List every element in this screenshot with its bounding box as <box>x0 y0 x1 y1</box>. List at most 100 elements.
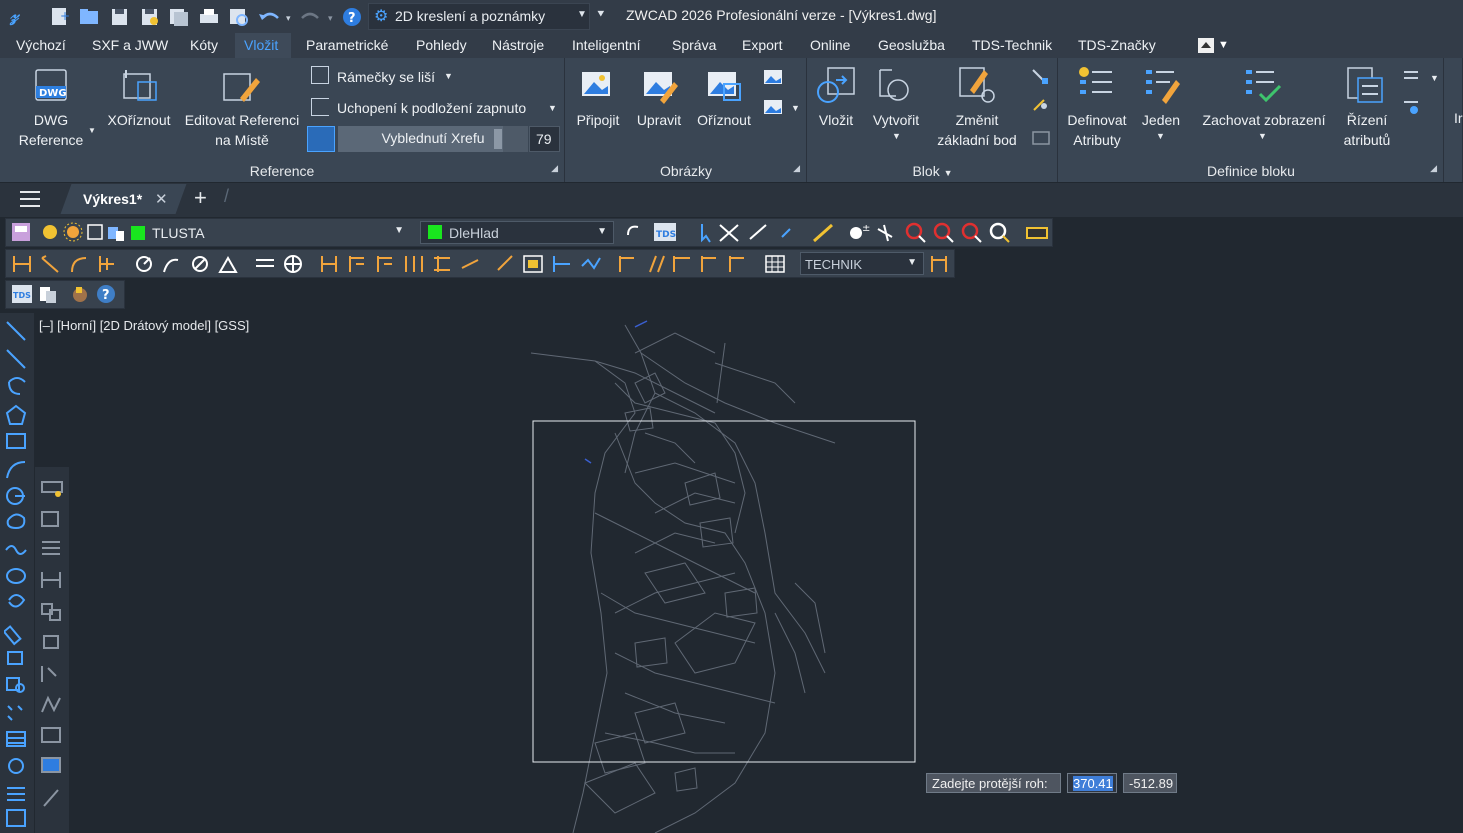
multi-save-icon[interactable] <box>170 9 188 26</box>
panel-launcher-icon[interactable]: ◢ <box>1430 163 1437 174</box>
menu-export[interactable]: Export <box>742 37 782 53</box>
svg-text:?: ? <box>102 288 110 303</box>
image-attach-button[interactable]: Připojit <box>572 110 624 130</box>
block-insert-button[interactable]: Vložit <box>812 110 860 130</box>
dimension-tools[interactable] <box>10 252 795 276</box>
menu-inteligentni[interactable]: Inteligentní <box>572 37 641 53</box>
color-select[interactable]: DleHlad ▼ <box>420 221 614 244</box>
retain-display-icon[interactable] <box>1244 66 1284 106</box>
menu-vlozit[interactable]: Vložit <box>244 37 278 53</box>
hamburger-icon[interactable] <box>20 191 40 207</box>
frames-dropdown-icon[interactable]: ▼ <box>444 71 453 81</box>
viewport-controls[interactable]: [–] [Horní] [2D Drátový model] [GSS] <box>39 318 249 333</box>
edit-single-button[interactable]: Jeden <box>1136 110 1186 130</box>
image-clip-icon[interactable] <box>706 68 742 104</box>
overflow-label: Ir <box>1454 110 1463 126</box>
menu-pohledy[interactable]: Pohledy <box>416 37 467 53</box>
fade-icon[interactable] <box>307 126 335 152</box>
tab-vykres1[interactable]: Výkres1* <box>83 191 142 207</box>
undo-icon[interactable] <box>259 12 279 20</box>
manage-attrib-button[interactable]: Řízení atributů <box>1334 110 1400 150</box>
attrib-dropdown-icon[interactable]: ▼ <box>1430 73 1439 83</box>
block-insert-icon[interactable] <box>816 66 856 106</box>
undo-dropdown-icon[interactable]: ▾ <box>286 14 291 24</box>
new-tab-icon[interactable]: + <box>194 185 207 211</box>
tab-separator: / <box>224 186 230 206</box>
workspace-select[interactable]: 2D kreslení a poznámky <box>368 3 590 30</box>
dwg-reference-icon[interactable]: DWG <box>34 66 70 106</box>
image-attach-icon[interactable] <box>580 68 616 104</box>
manage-attrib-icon[interactable] <box>1346 64 1386 106</box>
redo-dropdown-icon[interactable]: ▾ <box>328 14 333 24</box>
help-icon[interactable]: ? <box>343 8 361 26</box>
draw-tools[interactable] <box>4 318 30 833</box>
menu-geosluzba[interactable]: Geoslužba <box>878 37 945 53</box>
new-icon[interactable]: + <box>52 8 70 25</box>
panel-title-reference: Reference <box>249 163 315 179</box>
menu-sxf-jww[interactable]: SXF a JWW <box>92 37 168 53</box>
tds-tools[interactable]: TDS ? <box>10 283 120 307</box>
menu-tds-technik[interactable]: TDS-Technik <box>972 37 1052 53</box>
preview-icon[interactable] <box>230 9 248 26</box>
frames-button[interactable]: Rámečky se liší <box>337 69 435 85</box>
app-logo-icon: 𝓏 <box>10 5 19 25</box>
fade-slider[interactable]: Vyblednutí Xrefu <box>338 126 528 152</box>
snap-underlay-button[interactable]: Uchopení k podložení zapnuto <box>337 100 526 116</box>
dimstyle-manager-icon[interactable] <box>928 252 950 276</box>
command-prompt: Zadejte protější roh: <box>926 773 1061 793</box>
chevron-down-icon[interactable]: ▼ <box>577 9 587 20</box>
define-attrib-button[interactable]: Definovat Atributy <box>1060 110 1134 150</box>
image-more-dropdown-icon[interactable]: ▼ <box>791 103 800 113</box>
coord-y-input[interactable]: -512.89 <box>1123 773 1177 793</box>
xclip-icon[interactable] <box>120 66 160 106</box>
save-as-icon[interactable] <box>142 9 158 25</box>
svg-text:TDS: TDS <box>13 291 31 300</box>
block-small-tools[interactable] <box>1030 66 1052 150</box>
edit-single-icon[interactable] <box>1144 66 1184 106</box>
image-small-tools[interactable] <box>762 68 784 118</box>
menu-parametricke[interactable]: Parametrické <box>306 37 388 53</box>
retain-display-dropdown-icon[interactable]: ▼ <box>1258 131 1267 141</box>
attrib-small-tools[interactable] <box>1400 66 1424 120</box>
menu-sprava[interactable]: Správa <box>672 37 716 53</box>
panel-title-images: Obrázky <box>659 163 713 179</box>
menu-tds-znacky[interactable]: TDS-Značky <box>1078 37 1156 53</box>
panel-launcher-icon[interactable]: ◢ <box>551 163 558 174</box>
redo-icon[interactable] <box>301 12 319 19</box>
save-icon[interactable] <box>112 9 127 25</box>
fade-value-input[interactable]: 79 <box>529 126 560 152</box>
edit-ref-button[interactable]: Editovat Referenci na Místě <box>180 110 304 150</box>
print-icon[interactable] <box>200 9 218 23</box>
edit-ref-icon[interactable] <box>222 66 262 106</box>
snap-dropdown-icon[interactable]: ▼ <box>548 103 557 113</box>
xclip-button[interactable]: XOříznout <box>104 110 174 130</box>
dwg-reference-dropdown-icon[interactable]: ▼ <box>88 126 96 135</box>
menu-online[interactable]: Online <box>810 37 850 53</box>
block-create-icon[interactable] <box>876 66 916 106</box>
retain-display-button[interactable]: Zachovat zobrazení <box>1194 110 1334 130</box>
customize-qa-icon[interactable]: ⯆ <box>596 7 606 22</box>
block-basepoint-button[interactable]: Změnit základní bod <box>930 110 1024 150</box>
image-adjust-button[interactable]: Upravit <box>632 110 686 130</box>
layer-tools[interactable] <box>10 221 130 245</box>
block-create-dropdown-icon[interactable]: ▼ <box>892 131 901 141</box>
block-basepoint-icon[interactable] <box>956 66 998 106</box>
panel-launcher-icon[interactable]: ◢ <box>793 163 800 174</box>
open-icon[interactable] <box>80 9 98 24</box>
image-clip-button[interactable]: Oříznout <box>692 110 756 130</box>
coord-x-input[interactable]: 370.41 <box>1067 773 1117 793</box>
menu-nastroje[interactable]: Nástroje <box>492 37 544 53</box>
define-attrib-icon[interactable] <box>1076 64 1116 104</box>
dwg-reference-button[interactable]: DWG Reference <box>14 110 88 150</box>
ribbon-options-icon[interactable]: ▼ <box>1218 39 1229 51</box>
image-adjust-icon[interactable] <box>642 68 678 104</box>
block-create-button[interactable]: Vytvořit <box>866 110 926 130</box>
close-tab-icon[interactable]: ✕ <box>155 190 168 208</box>
menu-koty[interactable]: Kóty <box>190 37 218 53</box>
edit-single-dropdown-icon[interactable]: ▼ <box>1156 131 1165 141</box>
menu-vychozi[interactable]: Výchozí <box>16 37 66 53</box>
layer-select[interactable]: TLUSTA ▼ <box>128 221 410 244</box>
modify-tools[interactable]: TDS ± <box>622 221 1052 245</box>
dimstyle-select[interactable]: TECHNIK ▼ <box>800 252 924 275</box>
ribbon-toggle-icon[interactable] <box>1198 38 1214 53</box>
